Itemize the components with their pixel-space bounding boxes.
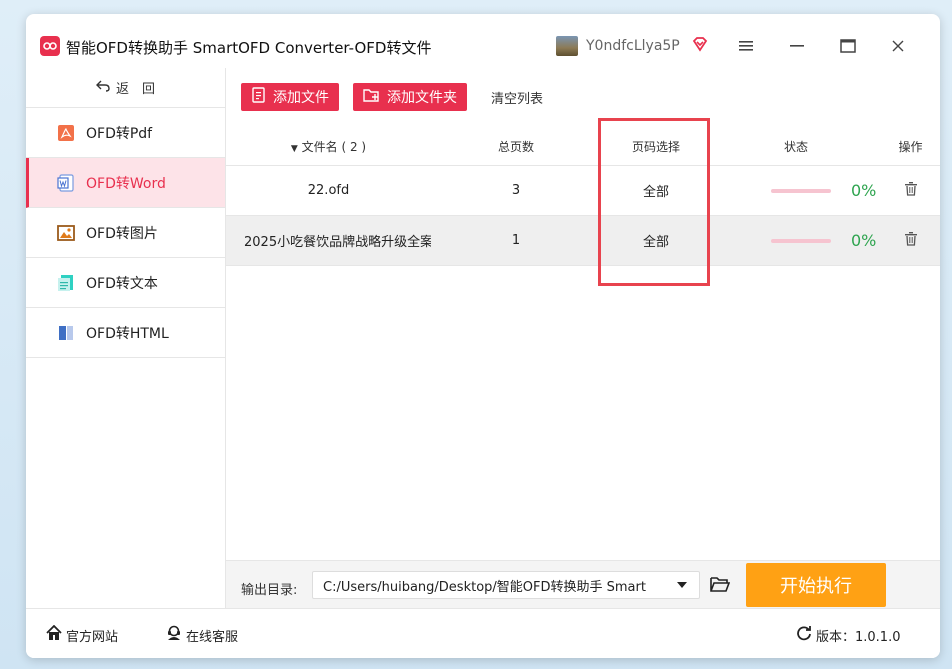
sidebar-item-ofd-to-pdf[interactable]: OFD转Pdf [26,108,225,158]
headset-icon [166,625,182,645]
html-icon [56,323,76,343]
chevron-down-icon [677,582,687,588]
sidebar-item-ofd-to-text[interactable]: OFD转文本 [26,258,225,308]
start-button[interactable]: 开始执行 [746,563,886,607]
image-icon [56,223,76,243]
trash-icon [904,181,918,200]
open-folder-icon[interactable] [710,575,731,597]
toolbar: 添加文件 添加文件夹 清空列表 [241,83,543,111]
sidebar-item-label: OFD转文本 [86,275,158,292]
app-window: 智能OFD转换助手 SmartOFD Converter-OFD转文件 Y0nd… [26,14,940,658]
table-header: ▼ 文件名 ( 2 ) 总页数 页码选择 状态 操作 [226,128,940,166]
progress-percent: 0% [851,231,877,250]
add-folder-button[interactable]: 添加文件夹 [353,83,467,111]
progress-bar [771,188,831,193]
table-row[interactable]: 22.ofd 3 全部 0% [226,166,940,216]
back-arrow-icon [95,80,110,96]
delete-button[interactable] [881,231,940,250]
clear-list-button[interactable]: 清空列表 [491,88,543,107]
file-table: ▼ 文件名 ( 2 ) 总页数 页码选择 状态 操作 22.ofd 3 全部 0… [226,128,940,266]
pdf-icon [56,123,76,143]
app-title: 智能OFD转换助手 SmartOFD Converter-OFD转文件 [66,39,432,57]
main-content: 添加文件 添加文件夹 清空列表 ▼ 文件名 ( 2 ) 总页数 页码选择 状态 … [226,68,940,608]
website-link[interactable]: 官方网站 [46,624,118,645]
add-file-button[interactable]: 添加文件 [241,83,339,111]
file-name: 22.ofd [307,183,350,198]
app-logo-icon [40,36,60,56]
minimize-button[interactable] [787,36,807,56]
text-icon [56,273,76,293]
sidebar-item-label: OFD转HTML [86,325,169,342]
header-pages: 总页数 [497,140,534,154]
output-bar: 输出目录: C:/Users/huibang/Desktop/智能OFD转换助手… [226,560,940,608]
username[interactable]: Y0ndfcLlya5P [586,38,680,54]
status-cell: 0% [711,231,881,250]
add-folder-icon [363,87,381,107]
output-dir-select[interactable]: C:/Users/huibang/Desktop/智能OFD转换助手 Smart [312,571,700,599]
word-icon [56,173,76,193]
delete-button[interactable] [881,181,940,200]
avatar[interactable] [556,36,578,56]
sidebar-item-label: OFD转Pdf [86,125,153,142]
add-folder-label: 添加文件夹 [387,90,457,106]
page-range-select[interactable]: 全部 [601,231,711,250]
sidebar-item-label: OFD转Word [86,175,166,192]
header-page-range: 页码选择 [631,140,680,154]
sidebar-item-ofd-to-html[interactable]: OFD转HTML [26,308,225,358]
sidebar-item-label: OFD转图片 [86,225,158,242]
trash-icon [904,231,918,250]
header-op: 操作 [898,140,923,154]
maximize-button[interactable] [838,36,858,56]
vip-diamond-icon[interactable] [692,36,708,56]
sidebar: 返 回 OFD转Pdf OFD转Word OFD转图片 OFD转文本 OFD转H… [26,68,226,608]
status-cell: 0% [711,181,881,200]
sidebar-item-ofd-to-image[interactable]: OFD转图片 [26,208,225,258]
progress-percent: 0% [851,181,877,200]
table-row[interactable]: 2025小吃餐饮品牌战略升级全案... 1 全部 0% [226,216,940,266]
sidebar-item-ofd-to-word[interactable]: OFD转Word [26,158,225,208]
close-button[interactable] [888,36,908,56]
back-button[interactable]: 返 回 [26,68,225,108]
file-name: 2025小吃餐饮品牌战略升级全案... [244,235,431,250]
add-file-icon [251,87,267,107]
back-label: 返 回 [115,82,155,97]
sort-down-icon: ▼ [290,144,298,154]
version-info[interactable]: 版本：1.0.1.0 [796,625,900,645]
menu-icon[interactable] [736,36,756,56]
refresh-icon [796,625,812,645]
footer: 官方网站 在线客服 版本：1.0.1.0 [26,608,940,658]
home-icon [46,624,62,645]
page-range-select[interactable]: 全部 [601,181,711,200]
add-file-label: 添加文件 [273,90,329,106]
progress-bar [771,238,831,243]
page-count: 1 [511,233,521,248]
output-dir-label: 输出目录: [241,583,298,598]
header-name[interactable]: ▼ 文件名 ( 2 ) [226,138,431,155]
support-link[interactable]: 在线客服 [166,625,238,645]
header-status: 状态 [783,140,808,154]
page-count: 3 [511,183,521,198]
title-bar: 智能OFD转换助手 SmartOFD Converter-OFD转文件 Y0nd… [26,14,940,68]
